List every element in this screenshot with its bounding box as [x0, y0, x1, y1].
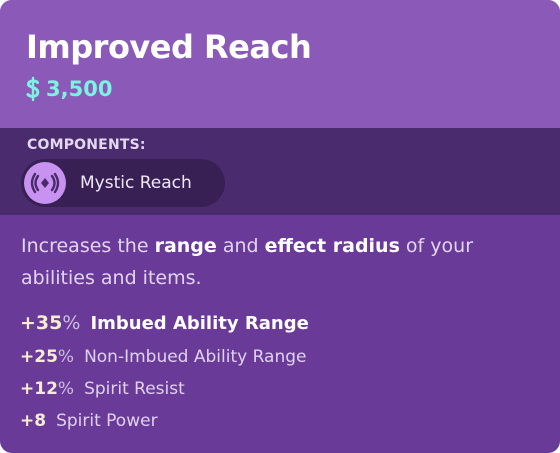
stat-label: Imbued Ability Range: [90, 313, 309, 334]
item-description: Increases the range and effect radius of…: [21, 230, 546, 294]
desc-highlight-range: range: [154, 235, 217, 257]
desc-text-2: and: [216, 235, 265, 257]
stat-spirit-power: +8 Spirit Power: [20, 411, 158, 431]
stat-value: +8: [20, 411, 47, 431]
stat-non-imbued-ability-range: +25% Non-Imbued Ability Range: [20, 347, 306, 367]
stat-spirit-resist: +12% Spirit Resist: [20, 379, 185, 399]
item-price: 3,500: [24, 74, 112, 104]
stat-unit: %: [57, 379, 75, 399]
stat-label: Spirit Power: [56, 411, 158, 431]
stat-value: +12: [20, 379, 58, 399]
stat-imbued-ability-range: +35% Imbued Ability Range: [20, 312, 309, 334]
stat-label: Non-Imbued Ability Range: [84, 347, 307, 367]
souls-currency-icon: [26, 76, 40, 102]
stat-value: +35: [20, 312, 63, 334]
stat-label: Spirit Resist: [84, 379, 185, 399]
item-tooltip-card: Improved Reach 3,500 COMPONENTS: Mystic …: [0, 0, 560, 453]
components-section: COMPONENTS: Mystic Reach: [0, 128, 560, 215]
desc-highlight-effect-radius: effect radius: [264, 235, 400, 257]
stat-value: +25: [20, 347, 58, 367]
components-label: COMPONENTS:: [27, 137, 146, 153]
desc-text-1: Increases the: [21, 235, 155, 257]
component-chip-mystic-reach[interactable]: Mystic Reach: [21, 159, 225, 207]
item-price-value: 3,500: [46, 77, 113, 101]
stat-unit: %: [62, 312, 81, 334]
item-title: Improved Reach: [26, 28, 312, 66]
component-name: Mystic Reach: [80, 173, 192, 193]
mystic-reach-icon: [24, 162, 66, 204]
stat-unit: %: [57, 347, 75, 367]
item-header: Improved Reach 3,500: [0, 0, 560, 128]
